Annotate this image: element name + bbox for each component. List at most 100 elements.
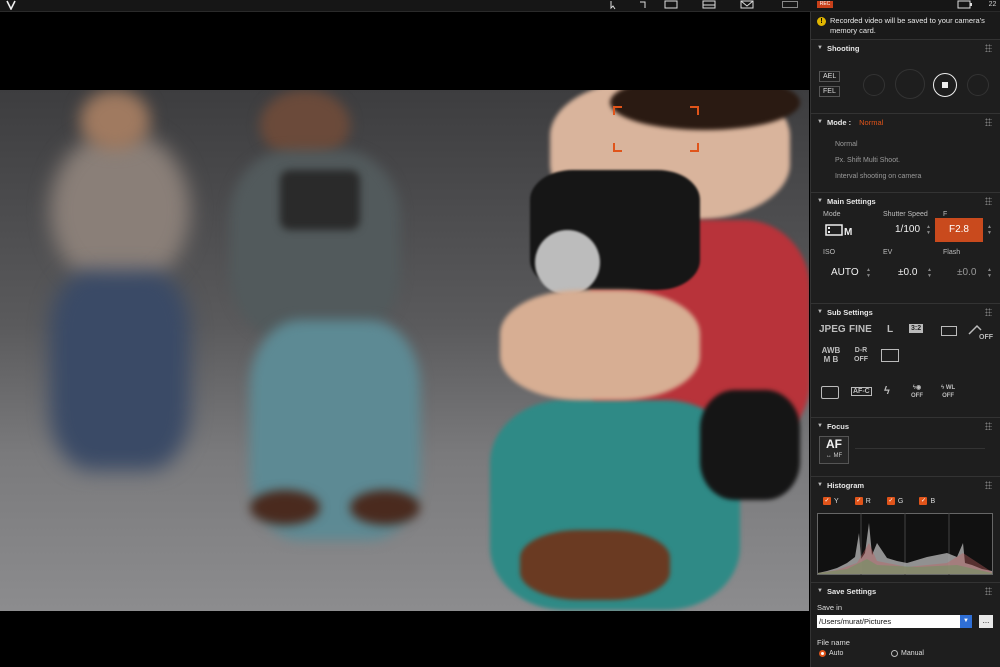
focus-slider-track[interactable] xyxy=(855,448,985,449)
drag-handle-icon[interactable] xyxy=(985,422,992,430)
main-settings-header[interactable]: ▼ Main Settings xyxy=(811,193,1000,209)
shutter-button[interactable] xyxy=(895,69,925,99)
drive-mode-icon[interactable] xyxy=(941,326,957,336)
channel-r-checkbox[interactable]: ✓ R xyxy=(854,497,871,505)
flash-spinner-icon[interactable]: ▲ ▼ xyxy=(987,267,992,279)
metering-icon[interactable] xyxy=(821,386,839,399)
svg-text:M: M xyxy=(844,227,852,237)
focus-mode-icon[interactable]: AF-C xyxy=(851,387,872,396)
awb-label: AWB xyxy=(821,346,841,355)
mode-option-pixel-shift[interactable]: Px. Shift Multi Shoot. xyxy=(835,157,900,164)
save-settings-header[interactable]: ▼ Save Settings xyxy=(811,583,1000,599)
channel-y-label: Y xyxy=(834,497,839,505)
svg-text:OFF: OFF xyxy=(979,334,993,340)
zoom-cursor-icon[interactable] xyxy=(609,0,621,10)
redeye-off-icon[interactable]: ϟ◉ OFF xyxy=(911,384,923,400)
shutter-spinner-icon[interactable]: ▲ ▼ xyxy=(926,224,931,236)
drag-handle-icon[interactable] xyxy=(985,587,992,595)
aperture-value[interactable]: F2.8 xyxy=(935,218,983,242)
image-size-icon[interactable]: L xyxy=(887,324,893,335)
aperture-spinner-icon[interactable]: ▲ ▼ xyxy=(987,224,992,236)
chevron-down-icon: ▼ xyxy=(817,198,823,204)
view-mode-icon[interactable] xyxy=(782,1,798,8)
drag-handle-icon[interactable] xyxy=(985,118,992,126)
grid-icon[interactable] xyxy=(702,0,716,10)
browse-button[interactable]: ... xyxy=(979,615,993,628)
capture-button[interactable] xyxy=(967,74,989,96)
top-toolbar: REC 22 xyxy=(0,0,1000,12)
channel-b-checkbox[interactable]: ✓ B xyxy=(919,497,935,505)
save-settings-section: ▼ Save Settings Save in /Users/murat/Pic… xyxy=(811,583,1000,667)
ev-spinner-icon[interactable]: ▲ ▼ xyxy=(927,267,932,279)
mail-icon[interactable] xyxy=(740,0,754,10)
af-on-button[interactable] xyxy=(863,74,885,96)
stop-icon xyxy=(942,82,948,88)
control-panel: ! Recorded video will be saved to your c… xyxy=(810,12,1000,667)
section-title: Mode : xyxy=(826,117,852,127)
mode-current: Normal xyxy=(859,117,884,127)
dynamic-range-icon[interactable]: D-R OFF xyxy=(851,346,871,364)
white-balance-icon[interactable]: AWB M B xyxy=(821,346,841,364)
app-window: REC 22 ! Recorded video will be saved to… xyxy=(0,0,1000,667)
flash-mode-icon[interactable]: ϟ xyxy=(884,385,890,397)
live-view-area[interactable] xyxy=(0,12,809,667)
jpeg-quality-icon[interactable]: FINE xyxy=(849,324,872,335)
drag-handle-icon[interactable] xyxy=(985,197,992,205)
notice-text: Recorded video will be saved to your cam… xyxy=(830,16,985,35)
mode-label: Mode xyxy=(823,211,841,218)
section-title: Shooting xyxy=(826,43,860,53)
live-view-icon[interactable] xyxy=(664,0,678,10)
focus-area-icon[interactable] xyxy=(881,349,899,362)
file-name-manual-radio[interactable]: Manual xyxy=(891,650,924,657)
channel-g-checkbox[interactable]: ✓ G xyxy=(886,497,903,505)
channel-y-checkbox[interactable]: ✓ Y xyxy=(823,497,839,505)
chevron-down-icon: ▼ xyxy=(817,482,823,488)
drag-handle-icon[interactable] xyxy=(985,44,992,52)
ael-button[interactable]: AEL xyxy=(819,71,841,82)
sub-settings-header[interactable]: ▼ Sub Settings xyxy=(811,304,1000,320)
rotate-icon[interactable] xyxy=(637,0,649,10)
main-settings-section: ▼ Main Settings Mode Shutter Speed F M 1… xyxy=(811,193,1000,304)
record-button[interactable] xyxy=(933,73,957,97)
radio-unselected-icon xyxy=(891,650,898,657)
wireless-flash-off-icon[interactable]: ϟ WL OFF xyxy=(941,384,955,400)
sub-settings-section: ▼ Sub Settings JPEG FINE L 3:2 OFF AWB M … xyxy=(811,304,1000,418)
iso-spinner-icon[interactable]: ▲ ▼ xyxy=(866,267,871,279)
chevron-down-icon: ▼ xyxy=(817,588,823,594)
wl-label: WL xyxy=(945,385,956,391)
save-in-label: Save in xyxy=(817,603,843,612)
file-name-auto-radio[interactable]: Auto xyxy=(819,650,843,657)
channel-b-label: B xyxy=(930,497,936,505)
flash-value[interactable]: ±0.0 xyxy=(957,267,976,278)
aspect-ratio-icon[interactable]: 3:2 xyxy=(909,324,924,333)
mode-header[interactable]: ▼ Mode : Normal xyxy=(811,114,1000,130)
warning-icon: ! xyxy=(817,17,826,26)
af-mf-toggle[interactable]: AF ↔ MF xyxy=(819,436,849,464)
focus-header[interactable]: ▼ Focus xyxy=(811,418,1000,434)
movie-mode-icon[interactable]: M xyxy=(825,223,855,238)
section-title: Focus xyxy=(826,421,850,431)
histogram-header[interactable]: ▼ Histogram xyxy=(811,477,1000,493)
ev-value[interactable]: ±0.0 xyxy=(898,267,917,278)
drag-handle-icon[interactable] xyxy=(985,308,992,316)
mode-option-normal[interactable]: Normal xyxy=(835,141,858,148)
chevron-down-icon: ▼ xyxy=(817,309,823,315)
steady-shot-off-icon[interactable]: OFF xyxy=(967,322,994,341)
histogram-graph xyxy=(817,513,993,575)
save-path-select[interactable]: /Users/murat/Pictures ▼ xyxy=(817,615,972,628)
file-format-icon[interactable]: JPEG xyxy=(819,324,846,335)
battery-text: 22 xyxy=(988,1,997,8)
shooting-header[interactable]: ▼ Shooting xyxy=(811,40,1000,56)
drag-handle-icon[interactable] xyxy=(985,481,992,489)
iso-value[interactable]: AUTO xyxy=(831,267,859,278)
chevron-down-icon: ▼ xyxy=(817,119,823,125)
histogram-section: ▼ Histogram ✓ Y ✓ R ✓ G ✓ B xyxy=(811,477,1000,583)
app-logo-icon[interactable] xyxy=(6,0,18,10)
fel-button[interactable]: FEL xyxy=(819,86,840,97)
mode-option-interval[interactable]: Interval shooting on camera xyxy=(835,173,921,180)
af-label: AF xyxy=(826,437,842,451)
shooting-section: ▼ Shooting AEL FEL xyxy=(811,40,1000,114)
chevron-down-icon: ▼ xyxy=(817,423,823,429)
ev-label: EV xyxy=(883,249,893,256)
shutter-value[interactable]: 1/100 xyxy=(895,224,920,235)
